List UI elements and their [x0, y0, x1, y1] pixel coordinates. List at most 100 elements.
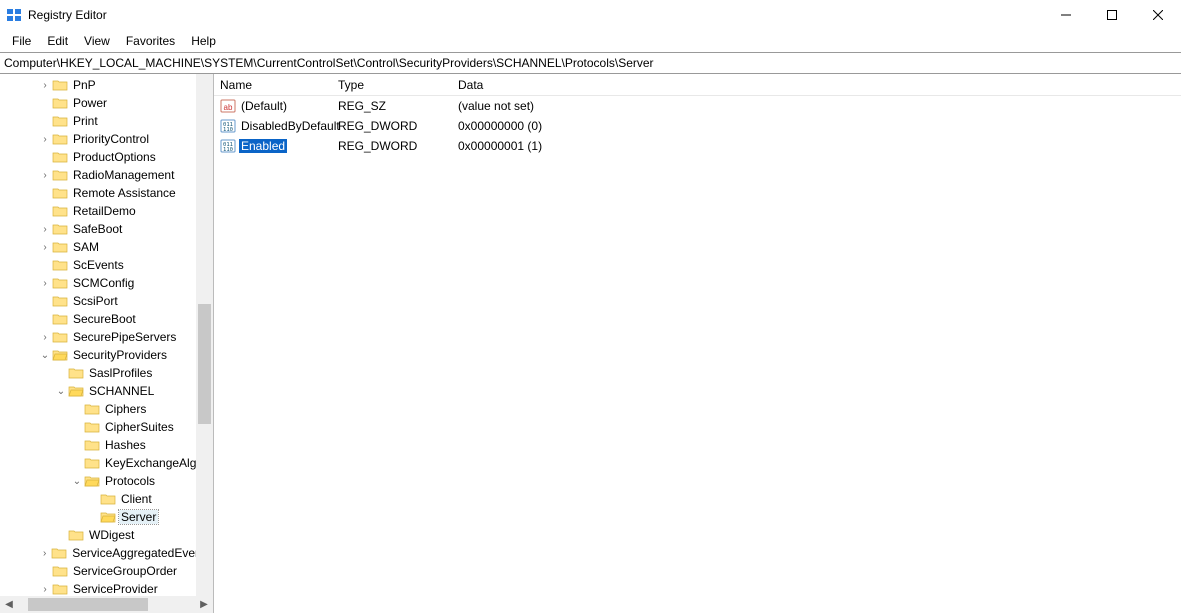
- chevron-right-icon[interactable]: ›: [38, 170, 52, 181]
- address-bar[interactable]: Computer\HKEY_LOCAL_MACHINE\SYSTEM\Curre…: [0, 52, 1181, 74]
- tree-item[interactable]: ›WDigest: [0, 526, 213, 544]
- folder-icon: [52, 258, 68, 272]
- close-button[interactable]: [1135, 0, 1181, 30]
- tree-item-label: RadioManagement: [71, 168, 176, 182]
- tree-item[interactable]: ›SCMConfig: [0, 274, 213, 292]
- chevron-right-icon[interactable]: ›: [38, 584, 52, 595]
- folder-icon: [52, 564, 68, 578]
- value-type: REG_DWORD: [338, 139, 458, 153]
- registry-tree[interactable]: ›PnP›Power›Print›PriorityControl›Product…: [0, 74, 213, 596]
- folder-icon: [52, 582, 68, 596]
- maximize-button[interactable]: [1089, 0, 1135, 30]
- value-row[interactable]: 011110DisabledByDefaultREG_DWORD0x000000…: [214, 116, 1181, 136]
- chevron-down-icon[interactable]: ⌄: [38, 350, 52, 361]
- tree-item[interactable]: ›ServiceGroupOrder: [0, 562, 213, 580]
- tree-item[interactable]: ›Hashes: [0, 436, 213, 454]
- chevron-right-icon[interactable]: ›: [38, 80, 52, 91]
- tree-item[interactable]: ⌄ SecurityProviders: [0, 346, 213, 364]
- values-list[interactable]: ab(Default)REG_SZ(value not set)011110Di…: [214, 96, 1181, 156]
- folder-icon: [84, 402, 100, 416]
- tree-item-label: PriorityControl: [71, 132, 151, 146]
- tree-item[interactable]: ›ScEvents: [0, 256, 213, 274]
- value-name: DisabledByDefault: [239, 119, 342, 133]
- folder-icon: [52, 240, 68, 254]
- column-headers: Name Type Data: [214, 74, 1181, 96]
- scrollbar-thumb[interactable]: [28, 598, 148, 611]
- tree-item-label: SaslProfiles: [87, 366, 154, 380]
- scroll-right-icon[interactable]: ▶: [197, 599, 211, 610]
- tree-item[interactable]: ›Remote Assistance: [0, 184, 213, 202]
- folder-icon: [52, 78, 68, 92]
- tree-item[interactable]: ›PnP: [0, 76, 213, 94]
- folder-icon: [52, 96, 68, 110]
- tree-item[interactable]: ›KeyExchangeAlgor: [0, 454, 213, 472]
- column-data[interactable]: Data: [458, 78, 1181, 92]
- column-type[interactable]: Type: [338, 78, 458, 92]
- tree-item[interactable]: › ServiceAggregatedEvents: [0, 544, 213, 562]
- chevron-down-icon[interactable]: ⌄: [70, 476, 84, 487]
- tree-item[interactable]: ›ScsiPort: [0, 292, 213, 310]
- tree-item[interactable]: ›SaslProfiles: [0, 364, 213, 382]
- chevron-right-icon[interactable]: ›: [38, 278, 52, 289]
- tree-item[interactable]: ›ServiceProvider: [0, 580, 213, 596]
- value-row[interactable]: 011110EnabledREG_DWORD0x00000001 (1): [214, 136, 1181, 156]
- minimize-button[interactable]: [1043, 0, 1089, 30]
- tree-item-label: Print: [71, 114, 100, 128]
- tree-item-label: WDigest: [87, 528, 136, 542]
- chevron-right-icon[interactable]: ›: [38, 332, 52, 343]
- tree-item-label: Server: [119, 510, 158, 524]
- scroll-left-icon[interactable]: ◀: [2, 599, 16, 610]
- tree-horizontal-scrollbar[interactable]: ◀ ▶: [0, 596, 213, 613]
- chevron-right-icon[interactable]: ›: [38, 134, 52, 145]
- svg-text:110: 110: [223, 127, 233, 133]
- value-name: (Default): [239, 99, 289, 113]
- tree-item[interactable]: › PriorityControl: [0, 130, 213, 148]
- tree-item[interactable]: › RadioManagement: [0, 166, 213, 184]
- folder-icon: [52, 330, 68, 344]
- value-row[interactable]: ab(Default)REG_SZ(value not set): [214, 96, 1181, 116]
- window-title: Registry Editor: [28, 8, 107, 22]
- scrollbar-thumb[interactable]: [198, 304, 211, 424]
- menubar: File Edit View Favorites Help: [0, 30, 1181, 52]
- tree-item[interactable]: ›SAM: [0, 238, 213, 256]
- menu-file[interactable]: File: [4, 32, 39, 50]
- tree-item-label: ProductOptions: [71, 150, 158, 164]
- menu-view[interactable]: View: [76, 32, 118, 50]
- tree-item-label: ServiceAggregatedEvents: [70, 546, 213, 560]
- folder-icon: [52, 348, 68, 362]
- svg-text:ab: ab: [224, 103, 233, 112]
- tree-item[interactable]: ⌄Protocols: [0, 472, 213, 490]
- chevron-right-icon[interactable]: ›: [38, 242, 52, 253]
- folder-icon: [84, 438, 100, 452]
- tree-item[interactable]: ›CipherSuites: [0, 418, 213, 436]
- tree-item[interactable]: ›Server: [0, 508, 213, 526]
- tree-item[interactable]: ›Ciphers: [0, 400, 213, 418]
- tree-item-label: SafeBoot: [71, 222, 124, 236]
- tree-item[interactable]: ⌄SCHANNEL: [0, 382, 213, 400]
- content-area: ›PnP›Power›Print›PriorityControl›Product…: [0, 74, 1181, 613]
- chevron-right-icon[interactable]: ›: [38, 224, 52, 235]
- tree-item-label: SecurityProviders: [71, 348, 169, 362]
- menu-favorites[interactable]: Favorites: [118, 32, 183, 50]
- tree-item[interactable]: ›SecureBoot: [0, 310, 213, 328]
- tree-item-label: Client: [119, 492, 154, 506]
- tree-item-label: KeyExchangeAlgor: [103, 456, 209, 470]
- tree-vertical-scrollbar[interactable]: [196, 74, 213, 596]
- chevron-down-icon[interactable]: ⌄: [54, 386, 68, 397]
- tree-item[interactable]: ›Print: [0, 112, 213, 130]
- tree-item[interactable]: ›ProductOptions: [0, 148, 213, 166]
- column-name[interactable]: Name: [220, 78, 338, 92]
- menu-edit[interactable]: Edit: [39, 32, 76, 50]
- tree-item[interactable]: › SafeBoot: [0, 220, 213, 238]
- tree-item[interactable]: ›Client: [0, 490, 213, 508]
- folder-icon: [52, 150, 68, 164]
- menu-help[interactable]: Help: [183, 32, 224, 50]
- tree-item-label: ServiceGroupOrder: [71, 564, 179, 578]
- tree-item[interactable]: ›RetailDemo: [0, 202, 213, 220]
- folder-icon: [100, 510, 116, 524]
- reg-binary-icon: 011110: [220, 118, 236, 134]
- folder-icon: [52, 312, 68, 326]
- chevron-right-icon[interactable]: ›: [38, 548, 51, 559]
- tree-item[interactable]: ›Power: [0, 94, 213, 112]
- tree-item[interactable]: ›SecurePipeServers: [0, 328, 213, 346]
